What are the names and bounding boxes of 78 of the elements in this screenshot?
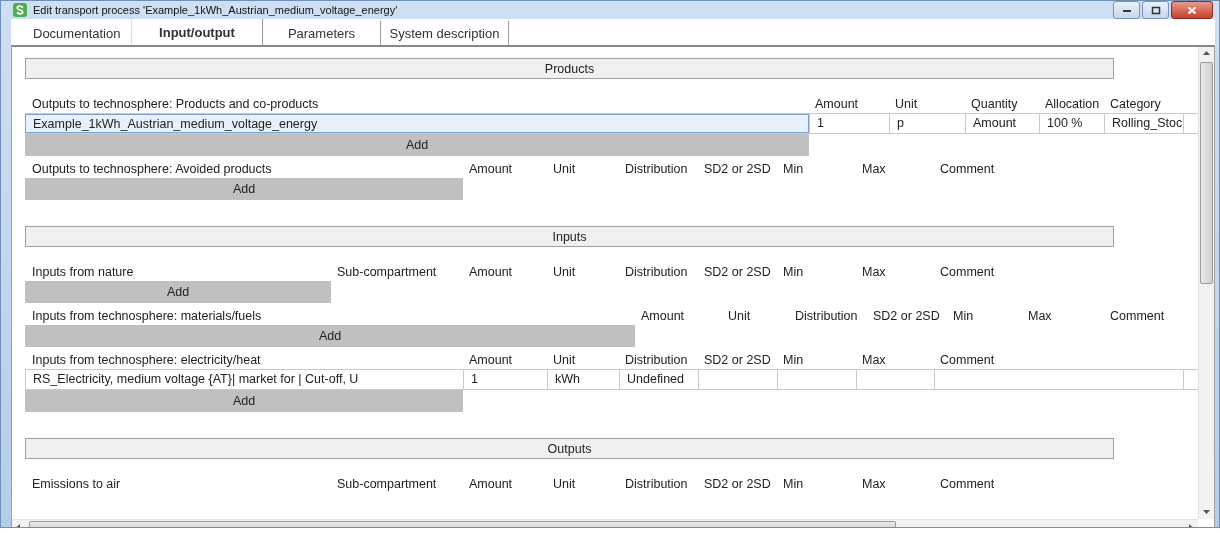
close-button[interactable]: [1171, 1, 1213, 19]
column-header: Amount: [468, 161, 514, 178]
column-header: Min: [782, 476, 805, 493]
column-header: Comment: [939, 476, 996, 493]
column-header: Unit: [552, 161, 577, 178]
column-header: Min: [782, 264, 805, 281]
column-header: Unit: [552, 352, 577, 369]
add-button[interactable]: Add: [25, 325, 635, 347]
table-cell: Amount: [965, 114, 1039, 133]
add-button[interactable]: Add: [25, 134, 809, 156]
column-header: SD2 or 2SD: [703, 264, 772, 281]
add-button[interactable]: Add: [25, 281, 331, 303]
maximize-button[interactable]: [1142, 1, 1169, 19]
table-cell: Rolling_Stoc: [1104, 114, 1184, 133]
column-header: Amount: [468, 264, 514, 281]
column-header: Distribution: [624, 264, 689, 281]
column-header: Min: [952, 308, 975, 325]
column-header: Max: [861, 161, 887, 178]
column-header: Max: [861, 476, 887, 493]
column-header: Comment: [939, 264, 996, 281]
table-cell: 1: [809, 114, 889, 133]
app-icon: [13, 3, 27, 17]
group-label: Outputs to technosphere: Products and co-products: [31, 96, 320, 113]
column-header: Max: [861, 352, 887, 369]
table-cell: 100 %: [1039, 114, 1104, 133]
column-header: Comment: [939, 161, 996, 178]
column-header: Amount: [468, 476, 514, 493]
group-label: Emissions to air: [31, 476, 122, 493]
group-label: Inputs from nature: [31, 264, 135, 281]
column-header: SD2 or 2SD: [703, 476, 772, 493]
group-label: Outputs to technosphere: Avoided products: [31, 161, 273, 178]
column-header: Comment: [939, 352, 996, 369]
column-header: Distribution: [624, 161, 689, 178]
column-header: Distribution: [624, 476, 689, 493]
column-header: SD2 or 2SD: [872, 308, 941, 325]
close-icon: [1187, 5, 1197, 15]
column-header: Unit: [552, 476, 577, 493]
column-header: Distribution: [624, 352, 689, 369]
column-header: Max: [861, 264, 887, 281]
group-label: Inputs from technosphere: materials/fuels: [31, 308, 263, 325]
column-header: Unit: [894, 96, 919, 113]
table-cell: kWh: [547, 370, 619, 389]
section-header: Outputs: [25, 438, 1114, 459]
maximize-icon: [1150, 5, 1161, 15]
column-header: Sub-compartment: [336, 476, 438, 493]
table-cell: 1: [463, 370, 547, 389]
vertical-scrollbar[interactable]: [1198, 47, 1214, 519]
column-header: Amount: [814, 96, 860, 113]
scroll-up-icon[interactable]: [1203, 51, 1210, 56]
column-header: Amount: [640, 308, 686, 325]
column-header: Quantity: [970, 96, 1019, 113]
column-header: Category: [1109, 96, 1162, 113]
column-header: Amount: [468, 352, 514, 369]
scroll-down-icon[interactable]: [1203, 510, 1210, 515]
column-header: SD2 or 2SD: [703, 161, 772, 178]
column-header: Comment: [1109, 308, 1166, 325]
column-header: Sub-compartment: [336, 264, 438, 281]
minimize-icon: [1121, 7, 1132, 13]
table-cell: Undefined: [619, 370, 698, 389]
column-header: SD2 or 2SD: [703, 352, 772, 369]
window-title: Edit transport process 'Example_1kWh_Austrian_medium_voltage_energy': [33, 4, 398, 16]
table-cell: RS_Electricity, medium voltage {AT}| market for | Cut-off, U: [25, 370, 463, 389]
column-header: Max: [1027, 308, 1053, 325]
add-button[interactable]: Add: [25, 390, 463, 412]
column-header: Unit: [727, 308, 752, 325]
tab[interactable]: Input/output: [131, 19, 263, 45]
column-header: Min: [782, 161, 805, 178]
minimize-button[interactable]: [1113, 1, 1140, 19]
column-header: Unit: [552, 264, 577, 281]
table-cell: p: [889, 114, 965, 133]
group-label: Inputs from technosphere: electricity/heat: [31, 352, 262, 369]
column-header: Allocation: [1044, 96, 1101, 113]
column-header: Distribution: [794, 308, 859, 325]
table-cell: Example_1kWh_Austrian_medium_voltage_energy: [25, 114, 809, 133]
section-header: Products: [25, 58, 1114, 79]
column-header: Min: [782, 352, 805, 369]
section-header: Inputs: [25, 226, 1114, 247]
add-button[interactable]: Add: [25, 178, 463, 200]
